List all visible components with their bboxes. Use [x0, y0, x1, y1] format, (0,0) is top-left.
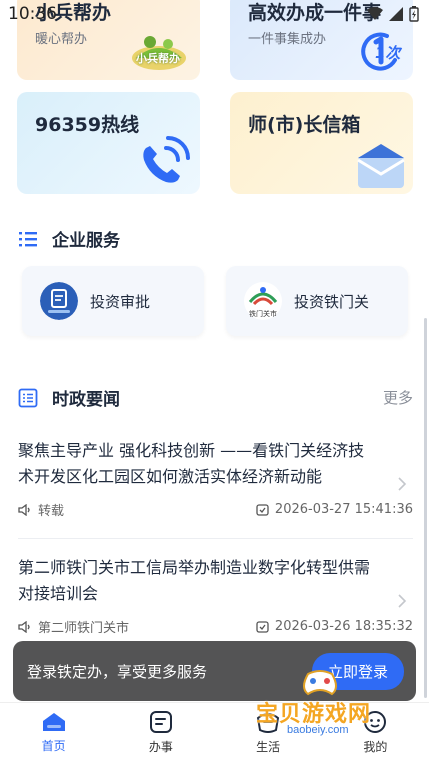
service-label: 投资铁门关 — [294, 292, 370, 311]
watermark-url: baobeiy.com — [284, 724, 352, 736]
wifi-icon — [367, 7, 383, 20]
service-label: 投资审批 — [90, 292, 151, 311]
xiaobing-badge-text: 小兵帮办 — [136, 52, 180, 65]
tiemenguan-logo-text: 铁门关市 — [249, 310, 277, 318]
news-source: 第二师铁门关市 — [18, 617, 129, 636]
section-title: 企业服务 — [52, 231, 120, 251]
status-bar: 10:36 — [0, 0, 429, 28]
tab-label: 首页 — [41, 739, 66, 753]
chevron-right-icon — [398, 477, 407, 491]
news-title: 第二师铁门关市工信局举办制造业数字化转型供需对接培训会 — [18, 558, 371, 603]
status-icons — [367, 6, 419, 22]
gamepad-icon — [303, 670, 337, 696]
home-icon — [42, 713, 65, 731]
news-source-text: 转载 — [38, 504, 65, 519]
signal-icon — [389, 7, 403, 21]
tiemenguan-logo-icon: 铁门关市 — [244, 282, 282, 320]
task-icon — [149, 711, 172, 733]
tab-label: 办事 — [148, 740, 173, 754]
news-time-text: 2026-03-26 18:35:32 — [274, 619, 413, 634]
status-time: 10:36 — [8, 4, 57, 24]
section-title: 时政要闻 — [52, 390, 120, 410]
news-item[interactable]: 聚焦主导产业 强化科技创新 ——看铁门关经济技术开发区化工园区如何激活实体经济新… — [18, 438, 413, 519]
news-source: 转载 — [18, 500, 64, 519]
news-time: 2026-03-26 18:35:32 — [256, 617, 413, 636]
news-meta: 转载 2026-03-27 15:41:36 — [18, 500, 413, 519]
service-invest-tiemenguan[interactable]: 铁门关市 投资铁门关 — [226, 266, 408, 336]
news-section-header: 时政要闻 — [18, 385, 120, 410]
news-divider — [18, 538, 413, 539]
speaker-icon — [18, 503, 30, 516]
battery-icon — [409, 6, 419, 22]
once-badge-text: 1次 — [375, 44, 401, 62]
news-meta: 第二师铁门关市 2026-03-26 18:35:32 — [18, 617, 413, 636]
phone-icon — [143, 136, 190, 183]
service-investment-approval[interactable]: 投资审批 — [22, 266, 204, 336]
news-item[interactable]: 第二师铁门关市工信局举办制造业数字化转型供需对接培训会 第二师铁门关市 2026… — [18, 555, 413, 636]
news-source-text: 第二师铁门关市 — [38, 621, 130, 636]
speaker-icon — [18, 620, 30, 633]
news-time-text: 2026-03-27 15:41:36 — [274, 502, 413, 517]
tab-tasks[interactable]: 办事 — [107, 703, 214, 762]
news-time: 2026-03-27 15:41:36 — [256, 500, 413, 519]
card-title: 师(市)长信箱 — [248, 114, 361, 136]
calendar-icon — [256, 504, 269, 516]
card-title: 96359热线 — [35, 114, 140, 136]
card-subtitle: 一件事集成办 — [248, 32, 327, 47]
card-subtitle: 暖心帮办 — [35, 32, 88, 47]
card-hotline[interactable]: 96359热线 — [17, 92, 200, 194]
once-badge-icon: 1次 — [357, 30, 405, 72]
card-mailbox[interactable]: 师(市)长信箱 — [230, 92, 413, 194]
page-scrollbar[interactable] — [424, 318, 427, 698]
enterprise-section-header: 企业服务 — [18, 226, 120, 251]
xiaobing-badge-icon: 小兵帮办 — [130, 32, 188, 72]
news-title: 聚焦主导产业 强化科技创新 ——看铁门关经济技术开发区化工园区如何激活实体经济新… — [18, 441, 365, 486]
list-icon — [19, 231, 37, 246]
mail-icon — [357, 144, 405, 188]
chevron-right-icon — [398, 594, 407, 608]
news-more-link[interactable]: 更多 — [383, 387, 413, 408]
app-screen: 10:36 小兵帮办 暖心帮办 小兵帮办 高效办成一件事 一件事集成办 1次 9… — [0, 0, 429, 762]
login-prompt-text: 登录铁定办，享受更多服务 — [27, 662, 208, 681]
tab-home[interactable]: 首页 — [0, 703, 107, 762]
calendar-icon — [256, 621, 269, 633]
approval-logo-icon — [40, 282, 78, 320]
watermark: 宝贝游戏网 baobeiy.com — [248, 662, 398, 742]
news-list-icon — [18, 388, 38, 407]
